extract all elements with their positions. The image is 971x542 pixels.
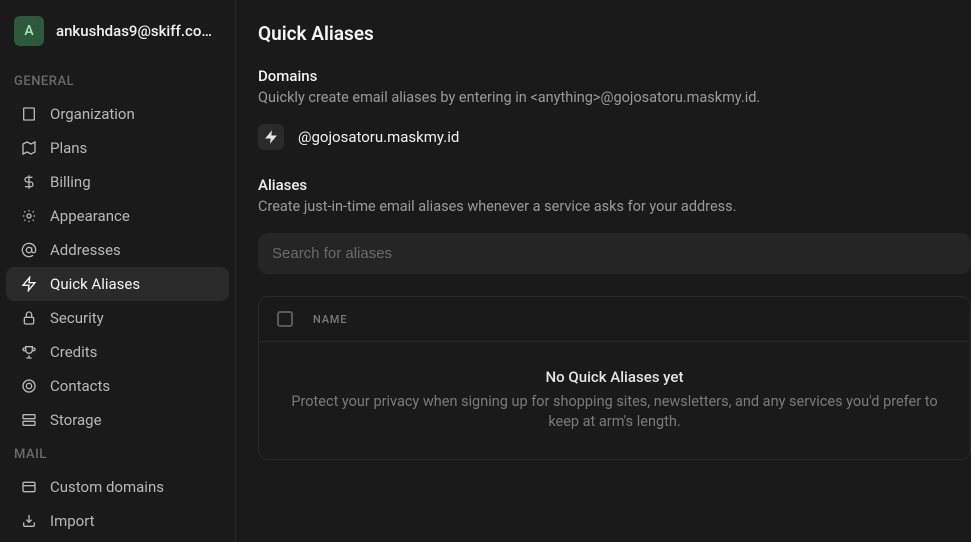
empty-state: No Quick Aliases yet Protect your privac…: [259, 342, 970, 459]
sidebar-item-label: Appearance: [50, 207, 130, 225]
sidebar-item-label: Plans: [50, 139, 87, 157]
sidebar-item-label: Import: [50, 512, 95, 530]
aliases-section-title: Aliases: [258, 176, 971, 194]
page-title: Quick Aliases: [258, 22, 971, 45]
section-mail-label: MAIL: [0, 437, 235, 470]
sidebar: A ankushdas9@skiff.co… GENERAL Organizat…: [0, 0, 236, 542]
account-email: ankushdas9@skiff.co…: [56, 22, 212, 40]
avatar: A: [14, 16, 44, 46]
map-icon: [20, 139, 38, 157]
sidebar-item-quick-aliases[interactable]: Quick Aliases: [6, 267, 229, 301]
empty-state-desc: Protect your privacy when signing up for…: [279, 392, 950, 433]
sidebar-item-plans[interactable]: Plans: [6, 131, 229, 165]
sparkle-icon: [20, 207, 38, 225]
globe-icon: [20, 478, 38, 496]
sidebar-item-label: Quick Aliases: [50, 275, 140, 293]
section-general-label: GENERAL: [0, 64, 235, 97]
building-icon: [20, 105, 38, 123]
at-sign-icon: [20, 241, 38, 259]
sidebar-item-label: Billing: [50, 173, 91, 191]
trophy-icon: [20, 343, 38, 361]
account-header[interactable]: A ankushdas9@skiff.co…: [0, 12, 235, 64]
sidebar-item-credits[interactable]: Credits: [6, 335, 229, 369]
sidebar-item-organization[interactable]: Organization: [6, 97, 229, 131]
sidebar-item-security[interactable]: Security: [6, 301, 229, 335]
sidebar-item-billing[interactable]: Billing: [6, 165, 229, 199]
server-icon: [20, 411, 38, 429]
empty-state-title: No Quick Aliases yet: [279, 368, 950, 386]
sidebar-item-label: Security: [50, 309, 104, 327]
column-name-header: NAME: [313, 313, 347, 326]
sidebar-item-addresses[interactable]: Addresses: [6, 233, 229, 267]
aliases-table: NAME No Quick Aliases yet Protect your p…: [258, 296, 971, 460]
domains-section-title: Domains: [258, 67, 971, 85]
aliases-section-desc: Create just-in-time email aliases whenev…: [258, 198, 971, 215]
sidebar-item-label: Organization: [50, 105, 135, 123]
sidebar-item-label: Contacts: [50, 377, 110, 395]
search-input[interactable]: [258, 233, 971, 274]
sidebar-item-import[interactable]: Import: [6, 504, 229, 538]
sidebar-item-contacts[interactable]: Contacts: [6, 369, 229, 403]
domains-section-desc: Quickly create email aliases by entering…: [258, 89, 971, 106]
sidebar-item-custom-domains[interactable]: Custom domains: [6, 470, 229, 504]
select-all-checkbox[interactable]: [277, 311, 293, 327]
dollar-icon: [20, 173, 38, 191]
target-icon: [20, 377, 38, 395]
domain-value: @gojosatoru.maskmy.id: [298, 128, 459, 146]
domain-row: @gojosatoru.maskmy.id: [258, 124, 971, 150]
sidebar-item-label: Custom domains: [50, 478, 164, 496]
bolt-icon: [258, 124, 284, 150]
lock-icon: [20, 309, 38, 327]
main-content: Quick Aliases Domains Quickly create ema…: [236, 0, 971, 542]
sidebar-item-label: Credits: [50, 343, 97, 361]
table-header: NAME: [259, 297, 970, 342]
import-icon: [20, 512, 38, 530]
sidebar-item-storage[interactable]: Storage: [6, 403, 229, 437]
sidebar-item-label: Addresses: [50, 241, 121, 259]
bolt-icon: [20, 275, 38, 293]
sidebar-item-appearance[interactable]: Appearance: [6, 199, 229, 233]
sidebar-item-label: Storage: [50, 411, 102, 429]
